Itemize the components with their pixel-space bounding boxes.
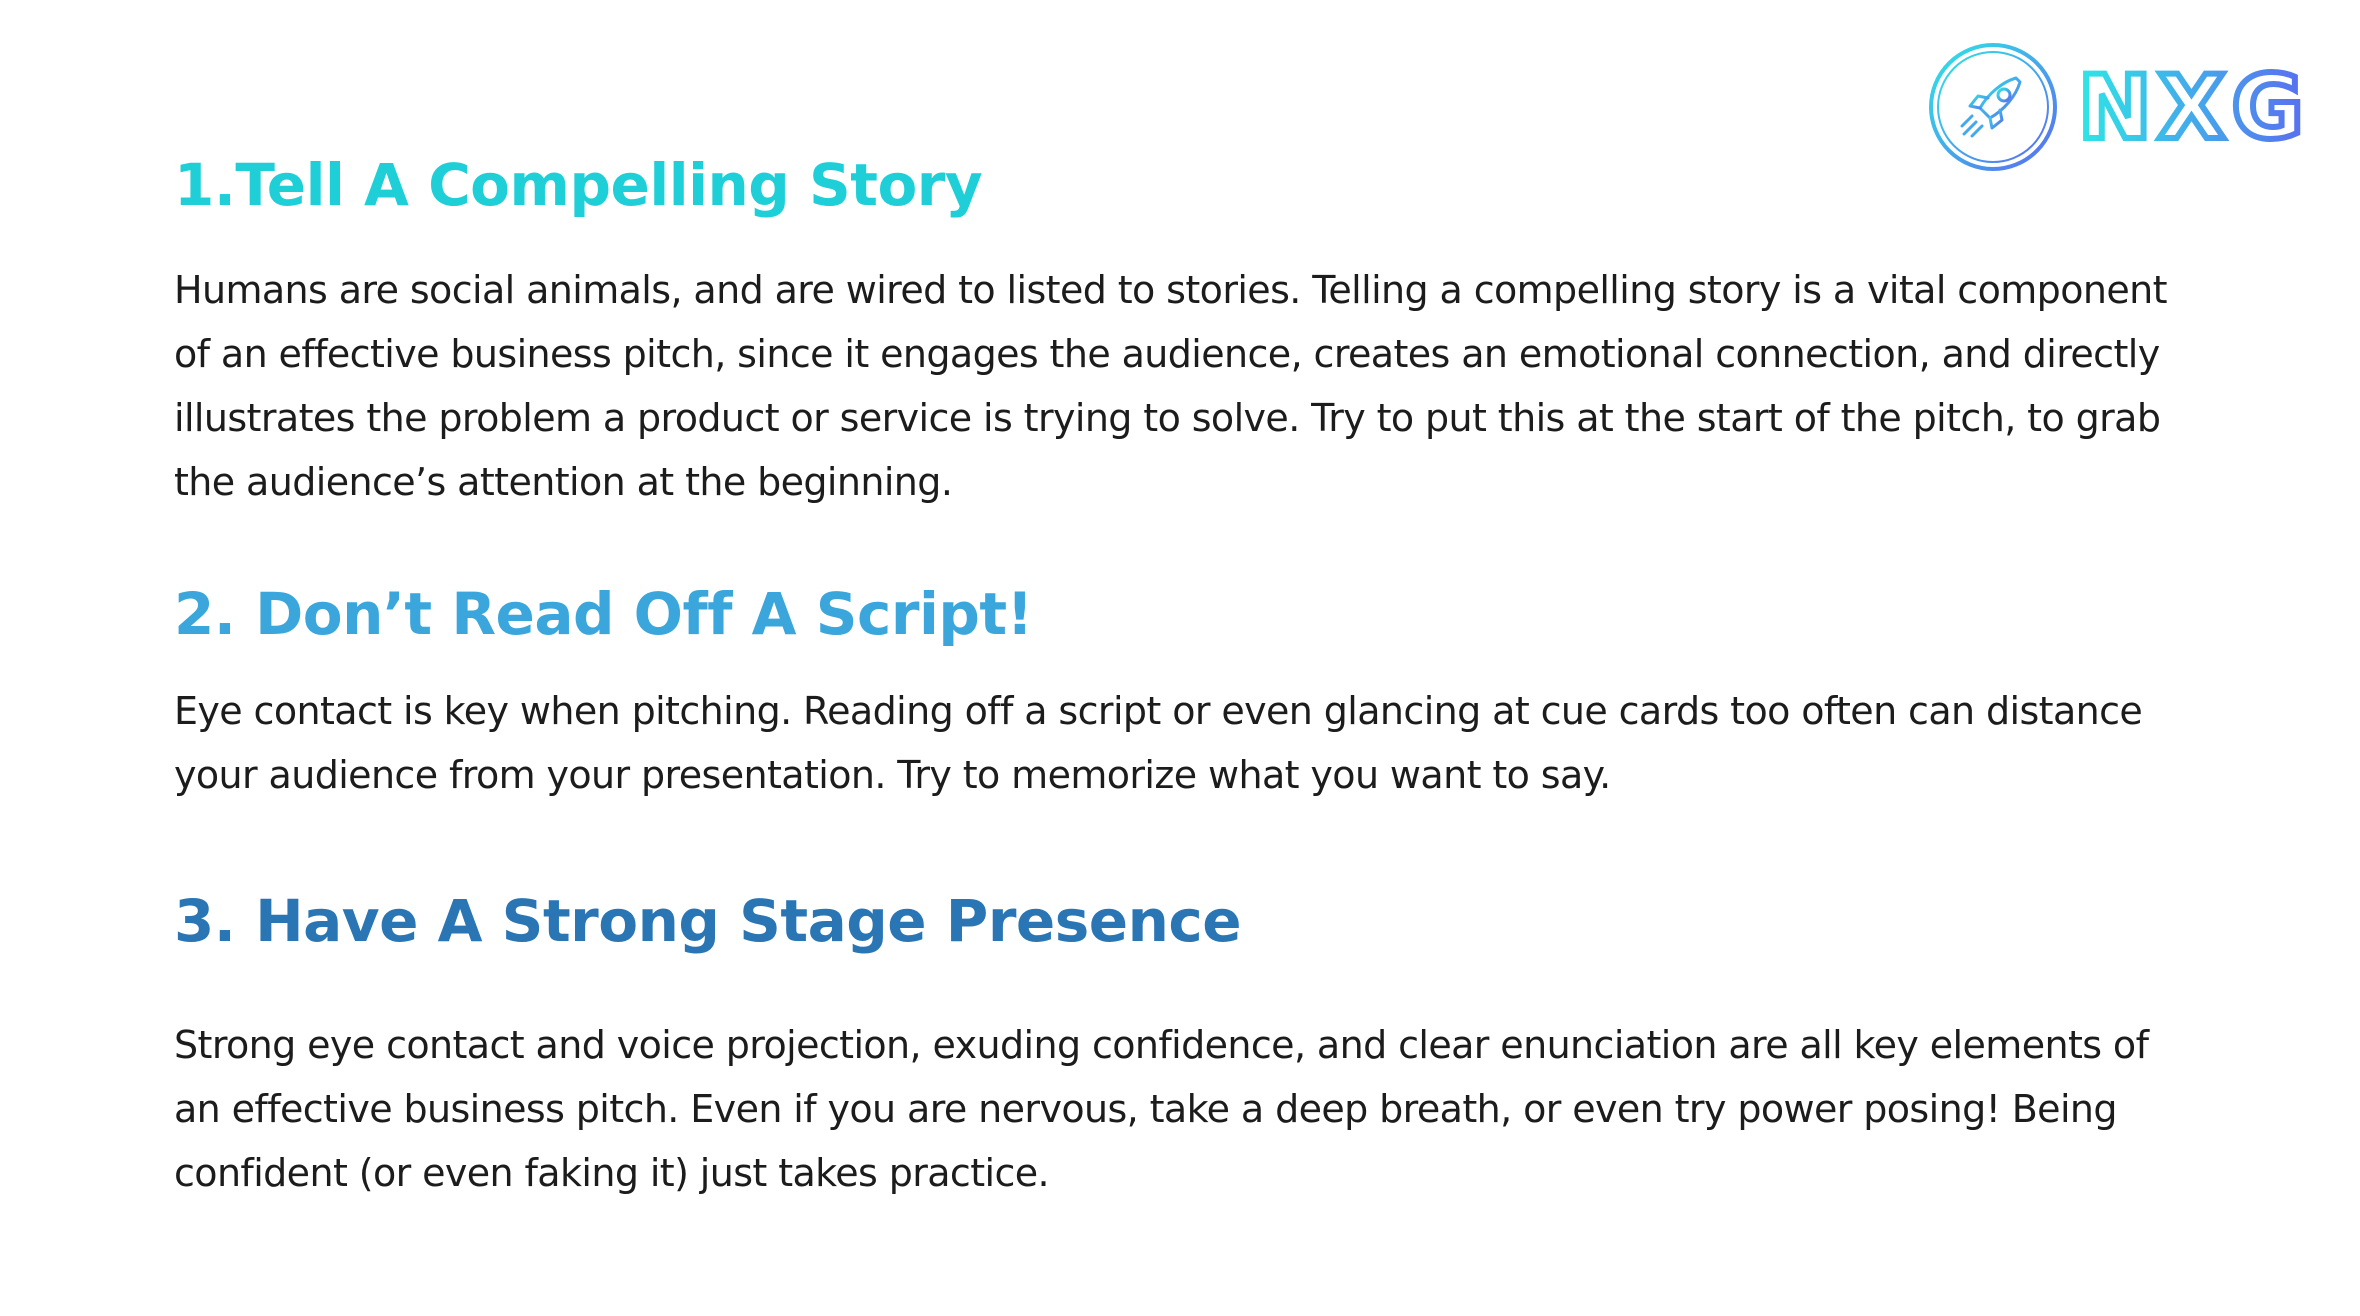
rocket-icon [1929, 43, 2057, 171]
brand-name: NXG [2078, 60, 2310, 156]
section-3-heading: 3. Have A Strong Stage Presence [174, 887, 1242, 955]
brand-logo: NXG [1928, 42, 2328, 174]
section-1-body: Humans are social animals, and are wired… [174, 268, 2167, 504]
section-2-heading: 2. Don’t Read Off A Script! [174, 580, 1033, 648]
section-3-body: Strong eye contact and voice projection,… [174, 1023, 2149, 1195]
slide: NXG 1.Tell A Compelling Story Humans are… [0, 0, 2360, 1316]
brand-wordmark: NXG [2078, 60, 2310, 156]
section-1-heading: 1.Tell A Compelling Story [174, 151, 983, 219]
section-2-body: Eye contact is key when pitching. Readin… [174, 689, 2143, 797]
